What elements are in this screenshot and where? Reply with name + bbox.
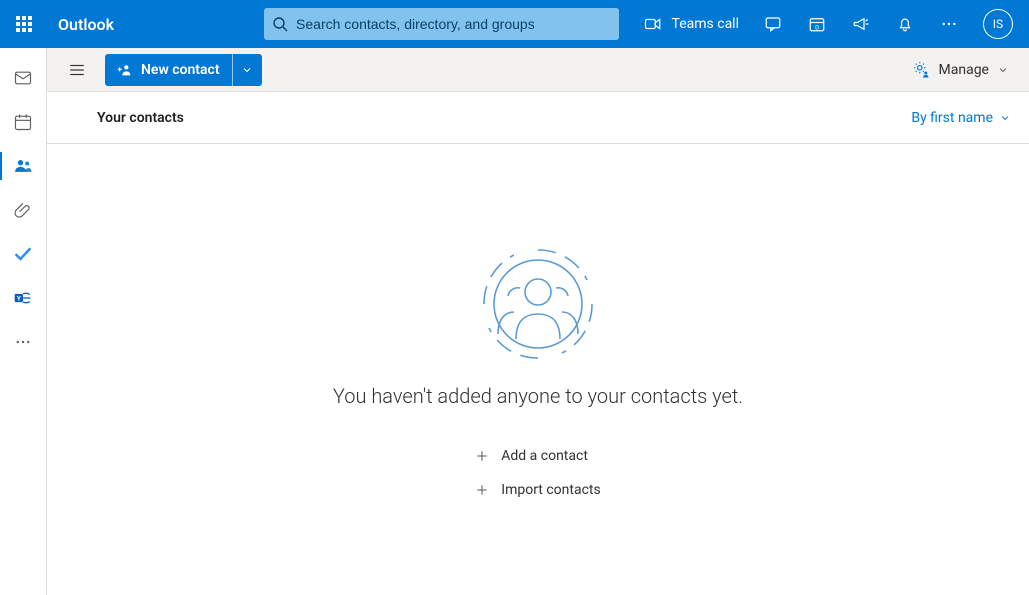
yammer-icon: Y (13, 288, 33, 308)
plus-icon (475, 483, 489, 497)
calendar-day-icon: 0 (808, 15, 826, 33)
hamburger-icon (68, 61, 86, 79)
avatar-initials: IS (993, 17, 1003, 31)
search-input[interactable] (288, 15, 611, 33)
check-icon (13, 244, 33, 264)
manage-button[interactable]: Manage (911, 54, 1011, 86)
chevron-down-icon (999, 112, 1011, 124)
search-icon (272, 16, 288, 32)
gear-person-icon (913, 61, 931, 79)
new-contact-dropdown[interactable] (232, 54, 262, 86)
header-right: Teams call 0 (640, 0, 1025, 48)
rail-more[interactable] (0, 320, 47, 364)
new-contact-label: New contact (141, 62, 220, 78)
tips-button[interactable] (839, 0, 883, 48)
manage-label: Manage (939, 62, 989, 78)
rail-yammer[interactable]: Y (0, 276, 47, 320)
content-header: Your contacts By first name (47, 92, 1029, 144)
rail-mail[interactable] (0, 56, 47, 100)
add-person-icon (117, 62, 133, 78)
account-avatar[interactable]: IS (983, 9, 1013, 39)
mail-icon (13, 68, 33, 88)
meet-now-button[interactable]: 0 (795, 0, 839, 48)
left-rail: Y (0, 48, 47, 595)
sort-button[interactable]: By first name (911, 110, 1011, 126)
search-wrap (124, 8, 626, 40)
plus-icon (475, 449, 489, 463)
more-horizontal-icon (14, 333, 32, 351)
rail-people[interactable] (0, 144, 47, 188)
chat-icon (764, 15, 782, 33)
import-contacts-label: Import contacts (501, 482, 600, 498)
rail-todo[interactable] (0, 232, 47, 276)
attachment-icon (13, 200, 33, 220)
app-header: Outlook Teams call (0, 0, 1029, 48)
more-button[interactable] (927, 0, 971, 48)
chat-button[interactable] (751, 0, 795, 48)
empty-state-message: You haven't added anyone to your contact… (333, 384, 743, 408)
sort-label: By first name (911, 110, 993, 126)
megaphone-icon (852, 15, 870, 33)
command-bar: New contact Manag (47, 48, 1029, 92)
app-brand[interactable]: Outlook (48, 15, 124, 34)
teams-call-button[interactable]: Teams call (640, 0, 751, 48)
rail-files[interactable] (0, 188, 47, 232)
bell-icon (896, 15, 914, 33)
new-contact-button[interactable]: New contact (105, 54, 232, 86)
people-icon (13, 156, 33, 176)
notifications-button[interactable] (883, 0, 927, 48)
calendar-icon (13, 112, 33, 132)
nav-toggle-button[interactable] (61, 54, 93, 86)
main-column: New contact Manag (47, 48, 1029, 595)
svg-text:0: 0 (815, 23, 819, 31)
teams-call-label: Teams call (672, 16, 739, 32)
chevron-down-icon (997, 64, 1009, 76)
shell: Y (0, 48, 1029, 595)
add-contact-label: Add a contact (501, 448, 588, 464)
video-icon (644, 15, 662, 33)
new-contact-split-button: New contact (105, 54, 262, 86)
empty-state-actions: Add a contact Import contacts (475, 448, 600, 498)
app-launcher-button[interactable] (0, 0, 48, 48)
add-contact-link[interactable]: Add a contact (475, 448, 588, 464)
page-title: Your contacts (97, 110, 184, 126)
waffle-icon (16, 16, 32, 32)
chevron-down-icon (241, 64, 253, 76)
more-horizontal-icon (940, 15, 958, 33)
rail-calendar[interactable] (0, 100, 47, 144)
empty-state: You haven't added anyone to your contact… (47, 144, 1029, 595)
import-contacts-link[interactable]: Import contacts (475, 482, 600, 498)
search-box[interactable] (264, 8, 619, 40)
contacts-empty-illustration-icon (478, 244, 598, 364)
